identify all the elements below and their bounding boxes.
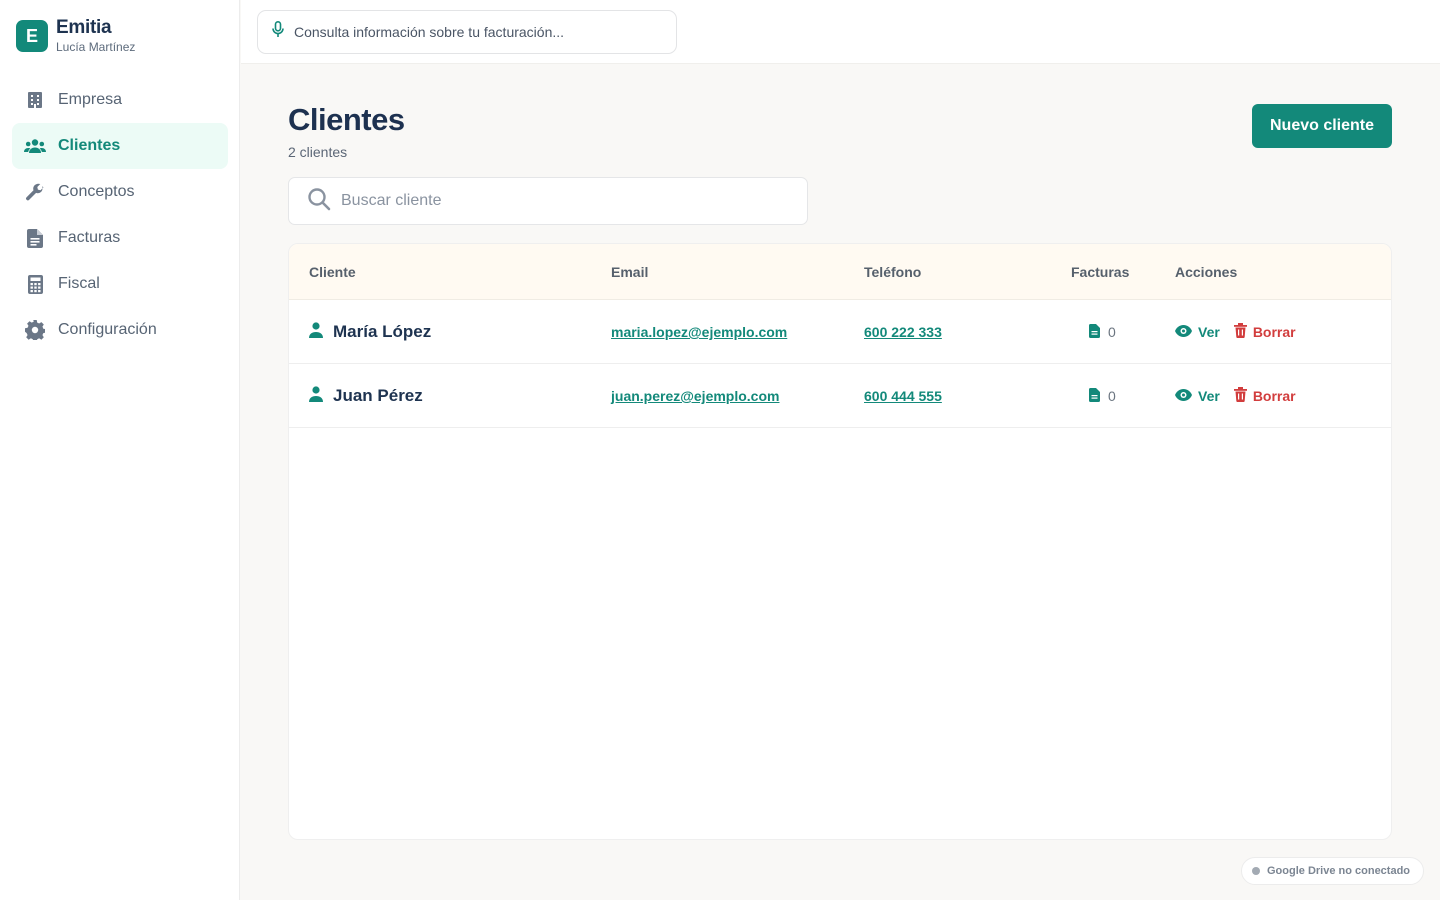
sidebar-item-label: Clientes <box>58 137 121 154</box>
sidebar-item-fiscal[interactable]: Fiscal <box>12 261 228 307</box>
wrench-icon <box>24 181 46 203</box>
drive-status-badge[interactable]: Google Drive no conectado <box>1241 857 1424 885</box>
sidebar-item-label: Facturas <box>58 229 121 246</box>
trash-icon <box>1233 387 1247 405</box>
search-icon <box>307 187 331 216</box>
column-header-cliente: Cliente <box>309 264 356 280</box>
topbar <box>241 0 1440 64</box>
person-icon <box>309 321 323 343</box>
microphone-icon[interactable] <box>272 21 284 43</box>
sidebar: E Emitia Lucía Martínez Empresa Clientes… <box>0 0 240 900</box>
assistant-input[interactable] <box>294 24 654 40</box>
invoice-count: 0 <box>1108 324 1116 340</box>
gear-icon <box>24 319 46 341</box>
users-icon <box>24 135 46 157</box>
client-count: 2 clientes <box>288 144 348 160</box>
column-header-facturas: Facturas <box>1071 264 1130 280</box>
client-email-link[interactable]: juan.perez@ejemplo.com <box>611 388 779 404</box>
eye-icon <box>1175 324 1192 340</box>
column-header-email: Email <box>611 264 649 280</box>
view-button[interactable]: Ver <box>1175 324 1220 340</box>
client-phone-link[interactable]: 600 444 555 <box>864 388 942 404</box>
new-client-button[interactable]: Nuevo cliente <box>1252 104 1392 148</box>
client-email-link[interactable]: maria.lopez@ejemplo.com <box>611 324 787 340</box>
user-name: Lucía Martínez <box>56 40 136 54</box>
sidebar-item-label: Configuración <box>58 321 157 338</box>
brand-logo: E <box>16 20 48 52</box>
view-button[interactable]: Ver <box>1175 388 1220 404</box>
client-phone-link[interactable]: 600 222 333 <box>864 324 942 340</box>
delete-button[interactable]: Borrar <box>1233 387 1296 405</box>
delete-button[interactable]: Borrar <box>1233 323 1296 341</box>
sidebar-item-clientes[interactable]: Clientes <box>12 123 228 169</box>
table-row: María López maria.lopez@ejemplo.com 600 … <box>289 300 1391 364</box>
person-icon <box>309 385 323 407</box>
sidebar-item-configuracion[interactable]: Configuración <box>12 307 228 353</box>
table-header: Cliente Email Teléfono Facturas Acciones <box>289 244 1391 300</box>
brand-name: Emitia <box>56 17 112 38</box>
sidebar-item-facturas[interactable]: Facturas <box>12 215 228 261</box>
status-dot-icon <box>1252 867 1260 875</box>
client-name[interactable]: Juan Pérez <box>333 386 423 406</box>
calculator-icon <box>24 273 46 295</box>
table-row: Juan Pérez juan.perez@ejemplo.com 600 44… <box>289 364 1391 428</box>
trash-icon <box>1233 323 1247 341</box>
sidebar-item-label: Fiscal <box>58 275 100 292</box>
page-title: Clientes <box>288 102 405 137</box>
client-name[interactable]: María López <box>333 322 431 342</box>
assistant-search[interactable] <box>257 10 677 54</box>
drive-status-label: Google Drive no conectado <box>1267 865 1411 877</box>
brand[interactable]: E Emitia Lucía Martínez <box>16 17 135 55</box>
sidebar-item-label: Conceptos <box>58 183 135 200</box>
eye-icon <box>1175 388 1192 404</box>
document-icon <box>24 227 46 249</box>
sidebar-item-empresa[interactable]: Empresa <box>12 77 228 123</box>
building-icon <box>24 89 46 111</box>
invoice-count: 0 <box>1108 388 1116 404</box>
column-header-telefono: Teléfono <box>864 264 922 280</box>
invoice-icon <box>1089 323 1100 341</box>
invoice-icon <box>1089 387 1100 405</box>
sidebar-item-label: Empresa <box>58 91 123 108</box>
delete-label: Borrar <box>1252 388 1296 404</box>
view-label: Ver <box>1198 324 1220 340</box>
column-header-acciones: Acciones <box>1175 264 1238 280</box>
sidebar-nav: Empresa Clientes Conceptos Facturas Fisc… <box>12 77 228 353</box>
search-input[interactable] <box>341 192 781 210</box>
view-label: Ver <box>1198 388 1220 404</box>
delete-label: Borrar <box>1252 324 1296 340</box>
clients-table: Cliente Email Teléfono Facturas Acciones… <box>288 243 1392 840</box>
client-search[interactable] <box>288 177 808 225</box>
sidebar-item-conceptos[interactable]: Conceptos <box>12 169 228 215</box>
